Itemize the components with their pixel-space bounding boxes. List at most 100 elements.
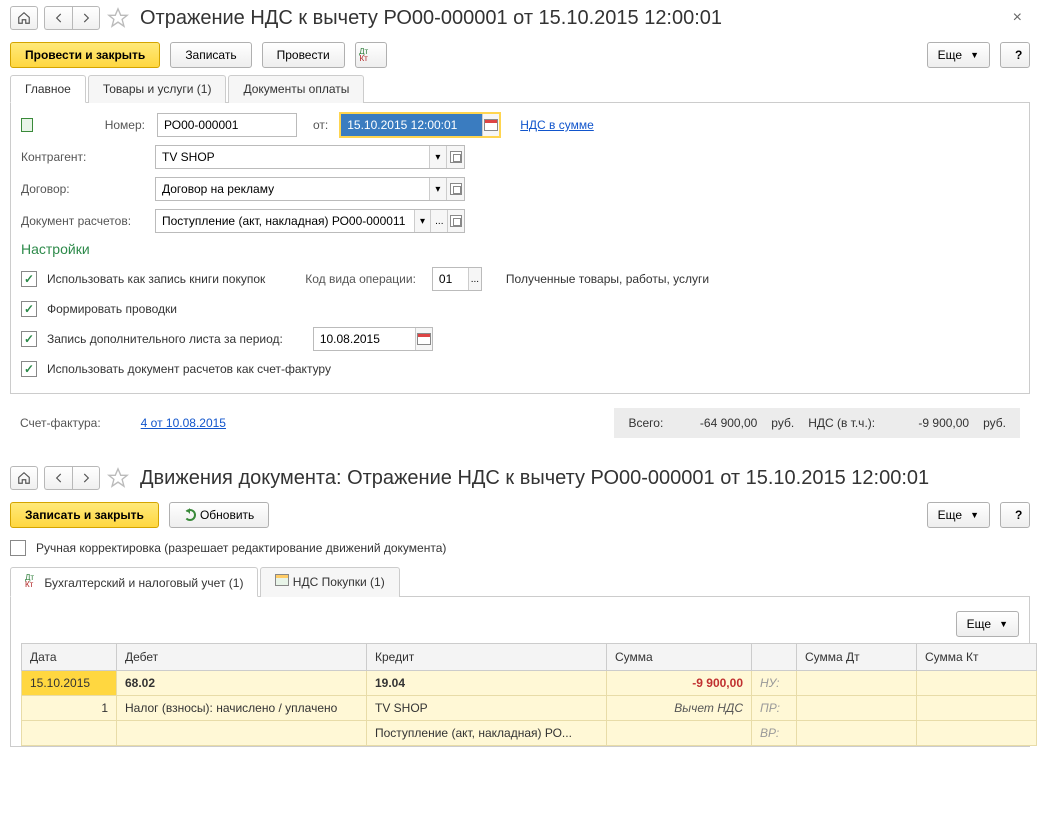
table-row[interactable]: 15.10.2015 68.02 19.04 -9 900,00 НУ: [22, 671, 1037, 696]
toolbar-1: Отражение НДС к вычету РО00-000001 от 15… [0, 0, 1040, 36]
settlement-input[interactable]: ▾ ... [155, 209, 465, 233]
save-button[interactable]: Записать [170, 42, 251, 68]
col-sum[interactable]: Сумма [607, 644, 752, 671]
chk-use-as-invoice-label: Использовать документ расчетов как счет-… [47, 362, 331, 376]
close-button-1[interactable]: × [1005, 9, 1030, 27]
vat-mode-link[interactable]: НДС в сумме [520, 118, 594, 132]
help-button-2[interactable]: ? [1000, 502, 1030, 528]
contract-label: Договор: [21, 182, 149, 196]
vat-currency: руб. [983, 416, 1006, 430]
additional-date-input[interactable] [313, 327, 433, 351]
calendar-btn-1[interactable] [482, 114, 500, 136]
table-row[interactable]: Поступление (акт, накладная) РО... ВР: [22, 721, 1037, 746]
date-input[interactable] [340, 113, 500, 137]
contract-input[interactable]: ▾ [155, 177, 465, 201]
chk-additional-sheet-label: Запись дополнительного листа за период: [47, 332, 283, 346]
cell-sum: -9 900,00 [607, 671, 752, 696]
cell-debit-2: Налог (взносы): начислено / уплачено [117, 696, 367, 721]
col-sum-kt[interactable]: Сумма Кт [917, 644, 1037, 671]
contract-dropdown[interactable]: ▾ [429, 178, 447, 200]
col-empty [752, 644, 797, 671]
save-and-close-button[interactable]: Записать и закрыть [10, 502, 159, 528]
invoice-link[interactable]: 4 от 10.08.2015 [141, 416, 226, 430]
vat-label: НДС (в т.ч.): [808, 416, 875, 430]
grid-header-row: Дата Дебет Кредит Сумма Сумма Дт Сумма К… [22, 644, 1037, 671]
chk-form-entries[interactable] [21, 301, 37, 317]
number-input[interactable] [157, 113, 297, 137]
action-bar-2: Записать и закрыть Обновить Еще▼ ? [0, 496, 1040, 534]
doc-icon [21, 118, 35, 132]
toolbar-2: Движения документа: Отражение НДС к выче… [0, 460, 1040, 496]
chk-purchase-book-label: Использовать как запись книги покупок [47, 272, 265, 286]
more-button-2[interactable]: Еще▼ [927, 502, 990, 528]
chk-form-entries-label: Формировать проводки [47, 302, 177, 316]
calendar-btn-2[interactable] [415, 328, 432, 350]
invoice-label: Счет-фактура: [20, 416, 101, 430]
tab-payments[interactable]: Документы оплаты [228, 75, 364, 103]
chk-manual-correction[interactable] [10, 540, 26, 556]
col-sum-dt[interactable]: Сумма Дт [797, 644, 917, 671]
favorite-icon[interactable] [106, 6, 130, 30]
settlement-open[interactable] [447, 210, 464, 232]
summary-bar: Счет-фактура: 4 от 10.08.2015 Всего: -64… [10, 400, 1030, 446]
post-button[interactable]: Провести [262, 42, 345, 68]
home-button[interactable] [10, 6, 38, 30]
more-button-1[interactable]: Еще▼ [927, 42, 990, 68]
chk-use-as-invoice[interactable] [21, 361, 37, 377]
cell-nu: НУ: [752, 671, 797, 696]
tab-goods[interactable]: Товары и услуги (1) [88, 75, 227, 103]
cell-num: 1 [22, 696, 117, 721]
favorite-icon-2[interactable] [106, 466, 130, 490]
total-label: Всего: [628, 416, 663, 430]
counterparty-input[interactable]: ▾ [155, 145, 465, 169]
col-date[interactable]: Дата [22, 644, 117, 671]
forward-button-2[interactable] [72, 466, 100, 490]
tabs-1: Главное Товары и услуги (1) Документы оп… [10, 74, 1030, 103]
cell-sum-2: Вычет НДС [607, 696, 752, 721]
refresh-button[interactable]: Обновить [169, 502, 269, 528]
tab-main[interactable]: Главное [10, 75, 86, 103]
col-credit[interactable]: Кредит [367, 644, 607, 671]
total-currency: руб. [771, 416, 794, 430]
tab-vat-purchases[interactable]: НДС Покупки (1) [260, 567, 399, 597]
chk-purchase-book[interactable] [21, 271, 37, 287]
settlement-more[interactable]: ... [430, 210, 447, 232]
opcode-more[interactable]: ... [468, 268, 481, 290]
forward-button[interactable] [72, 6, 100, 30]
action-bar-1: Провести и закрыть Записать Провести Еще… [0, 36, 1040, 74]
post-and-close-button[interactable]: Провести и закрыть [10, 42, 160, 68]
dtkt-icon-tab [25, 574, 41, 588]
back-button-2[interactable] [44, 466, 72, 490]
cell-date: 15.10.2015 [22, 671, 117, 696]
tab-accounting[interactable]: Бухгалтерский и налоговый учет (1) [10, 567, 258, 597]
chk-additional-sheet[interactable] [21, 331, 37, 347]
vat-value: -9 900,00 [889, 416, 969, 430]
page-title-1: Отражение НДС к вычету РО00-000001 от 15… [140, 7, 722, 30]
cell-debit: 68.02 [117, 671, 367, 696]
counterparty-dropdown[interactable]: ▾ [429, 146, 447, 168]
opcode-label: Код вида операции: [305, 272, 416, 286]
help-button-1[interactable]: ? [1000, 42, 1030, 68]
cell-credit-2: TV SHOP [367, 696, 607, 721]
home-button-2[interactable] [10, 466, 38, 490]
cell-credit-3: Поступление (акт, накладная) РО... [367, 721, 607, 746]
contract-open[interactable] [446, 178, 464, 200]
cell-credit: 19.04 [367, 671, 607, 696]
table-row[interactable]: 1 Налог (взносы): начислено / уплачено T… [22, 696, 1037, 721]
number-label: Номер: [41, 118, 145, 132]
settlement-label: Документ расчетов: [21, 214, 149, 228]
counterparty-label: Контрагент: [21, 150, 149, 164]
page-title-2: Движения документа: Отражение НДС к выче… [140, 467, 929, 490]
table-icon [275, 574, 289, 586]
counterparty-open[interactable] [446, 146, 464, 168]
from-label: от: [313, 118, 328, 132]
dtkt-button[interactable] [355, 42, 387, 68]
cell-vr: ВР: [752, 721, 797, 746]
settlement-dropdown[interactable]: ▾ [414, 210, 431, 232]
opcode-input[interactable]: ... [432, 267, 482, 291]
more-button-3[interactable]: Еще▼ [956, 611, 1019, 637]
back-button[interactable] [44, 6, 72, 30]
dtkt-icon [356, 48, 372, 62]
total-value: -64 900,00 [677, 416, 757, 430]
col-debit[interactable]: Дебет [117, 644, 367, 671]
